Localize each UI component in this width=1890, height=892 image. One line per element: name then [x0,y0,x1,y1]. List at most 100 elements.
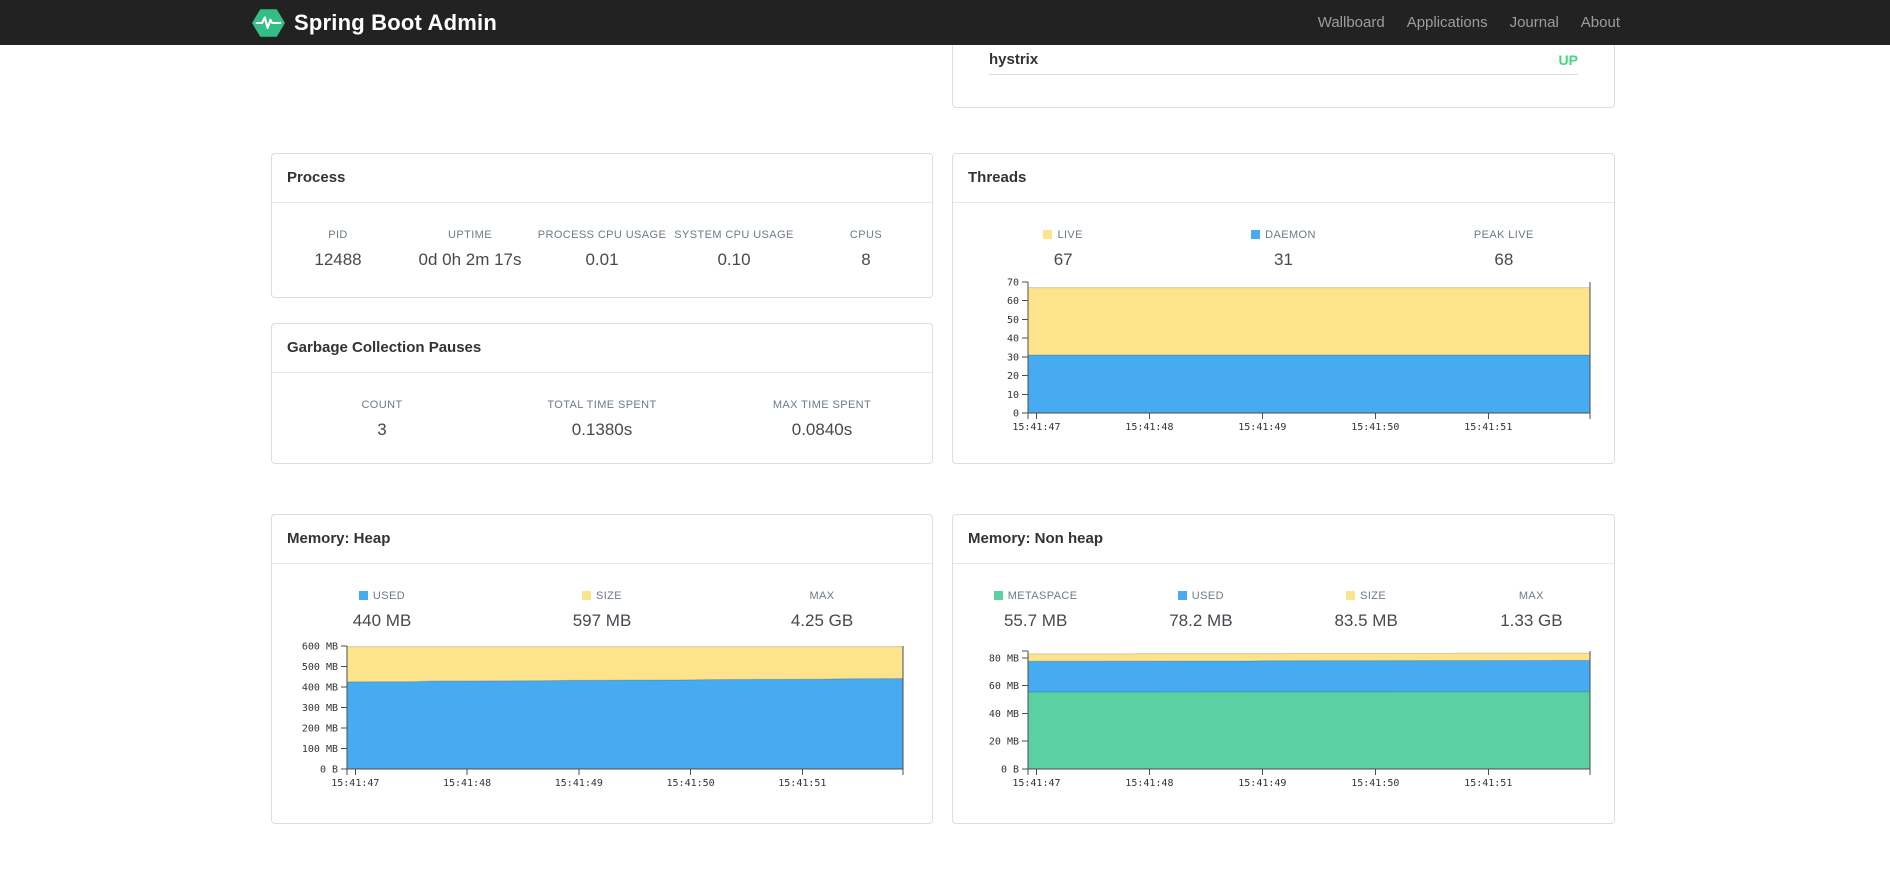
svg-text:500 MB: 500 MB [302,662,338,673]
stat-value: 440 MB [352,611,412,630]
legend-swatch-icon [1346,591,1356,600]
stat-label: COUNT [361,399,403,411]
stat-value: 78.2 MB [1169,611,1233,630]
svg-text:20: 20 [1007,371,1019,382]
used-area [347,678,903,769]
svg-text:50: 50 [1007,315,1019,326]
legend-swatch-icon [1043,230,1053,239]
svg-text:15:41:47: 15:41:47 [1012,778,1060,789]
stat-cpus: CPUS 8 [800,229,932,270]
svg-text:15:41:51: 15:41:51 [1464,422,1512,433]
nav-item-wallboard[interactable]: Wallboard [1307,14,1396,31]
svg-text:40 MB: 40 MB [989,709,1019,720]
stat-label: LIVE [953,229,1173,241]
svg-text:15:41:49: 15:41:49 [555,778,603,789]
nav-item-about[interactable]: About [1570,14,1631,31]
heap-stats: USED 440 MB SIZE 597 MB MAX 4.25 GB [272,590,932,631]
memory-nonheap-panel: Memory: Non heap METASPACE 55.7 MB USED 78.… [952,514,1615,824]
metaspace-area [1028,691,1590,769]
svg-text:600 MB: 600 MB [302,642,338,653]
stat-label: SIZE [492,590,712,602]
stat-peak-live: PEAK LIVE 68 [1394,229,1614,270]
stat-label: PEAK LIVE [1473,229,1534,241]
gc-stats: COUNT 3 TOTAL TIME SPENT 0.1380s MAX TIME SP… [272,399,932,440]
gc-pauses-panel: Garbage Collection Pauses COUNT 3 TOTAL TI… [271,323,933,464]
svg-text:0 B: 0 B [1001,765,1019,776]
svg-text:15:41:50: 15:41:50 [667,778,715,789]
stat-label: SIZE [1284,590,1449,602]
memory-nonheap-chart: 0 B 20 MB 40 MB 60 MB 80 MB 15:41:47 15:41:48 1… [989,650,1591,789]
legend-swatch-icon [358,591,368,600]
svg-text:15:41:47: 15:41:47 [331,778,379,789]
process-panel: Process PID 12488 UPTIME 0d 0h 2m 17s PROCES… [271,153,933,298]
status-badge: UP [1558,51,1578,68]
stat-label: USED [1118,590,1283,602]
process-panel-title: Process [272,154,932,203]
stat-size: SIZE 597 MB [492,590,712,631]
svg-text:15:41:48: 15:41:48 [1125,778,1173,789]
stat-label: PID [328,229,348,241]
stat-label: PROCESS CPU USAGE [537,229,667,241]
stat-size: SIZE 83.5 MB [1284,590,1449,631]
application-name: hystrix [989,51,1039,68]
stat-value: 8 [861,250,871,269]
svg-text:60: 60 [1007,296,1019,307]
stat-live: LIVE 67 [953,229,1173,270]
page: Spring Boot Admin Wallboard Applications J… [0,0,1890,892]
stat-value: 4.25 GB [790,611,854,630]
stat-value: 0.10 [717,250,751,269]
legend-swatch-icon [993,591,1003,600]
svg-text:15:41:48: 15:41:48 [443,778,491,789]
svg-text:10: 10 [1007,390,1019,401]
svg-text:20 MB: 20 MB [989,737,1019,748]
stat-value: 3 [377,420,387,439]
stat-label: SYSTEM CPU USAGE [674,229,794,241]
stat-used: USED 78.2 MB [1118,590,1283,631]
stat-label: MAX [1518,590,1544,602]
stat-label: MAX [809,590,835,602]
nav-item-applications[interactable]: Applications [1396,14,1499,31]
stat-value: 12488 [314,250,362,269]
svg-text:60 MB: 60 MB [989,681,1019,692]
stat-value: 1.33 GB [1500,611,1563,630]
stat-value: 0.01 [585,250,619,269]
stat-value: 0d 0h 2m 17s [418,250,522,269]
svg-text:30: 30 [1007,352,1019,363]
nonheap-stats: METASPACE 55.7 MB USED 78.2 MB SIZE 83.5 MB MA… [953,590,1614,631]
brand[interactable]: Spring Boot Admin [252,0,497,45]
svg-text:0: 0 [1013,409,1019,420]
stat-system-cpu-usage: SYSTEM CPU USAGE 0.10 [668,229,800,270]
threads-panel: Threads LIVE 67 DAEMON 31 PEAK LIVE 68 0 10 20 3… [952,153,1615,464]
stat-label: USED [272,590,492,602]
svg-text:100 MB: 100 MB [302,744,338,755]
stat-pid: PID 12488 [272,229,404,270]
svg-text:15:41:51: 15:41:51 [1464,778,1512,789]
brand-title: Spring Boot Admin [294,9,498,35]
legend-swatch-icon [1177,591,1187,600]
svg-text:0 B: 0 B [320,765,338,776]
stat-value: 68 [1494,250,1514,269]
stat-label: METASPACE [953,590,1118,602]
stat-value: 31 [1274,250,1293,269]
threads-chart: 0 10 20 30 40 50 60 70 15:41:47 15:41:48 15:41:49 1… [1007,278,1591,433]
legend-swatch-icon [581,591,591,600]
stat-max: MAX 1.33 GB [1449,590,1614,631]
svg-text:15:41:50: 15:41:50 [1351,778,1399,789]
legend-swatch-icon [1251,230,1261,239]
gc-pauses-panel-title: Garbage Collection Pauses [272,324,932,373]
nav-item-journal[interactable]: Journal [1499,14,1570,31]
stat-count: COUNT 3 [272,399,492,440]
stat-value: 83.5 MB [1334,611,1398,630]
stat-used: USED 440 MB [272,590,492,631]
stat-process-cpu-usage: PROCESS CPU USAGE 0.01 [536,229,668,270]
stat-value: 597 MB [572,611,632,630]
stat-uptime: UPTIME 0d 0h 2m 17s [404,229,536,270]
stat-max: MAX 4.25 GB [712,590,932,631]
stat-metaspace: METASPACE 55.7 MB [953,590,1118,631]
stat-daemon: DAEMON 31 [1173,229,1393,270]
stat-label: UPTIME [448,229,492,241]
stat-max-time-spent: MAX TIME SPENT 0.0840s [712,399,932,440]
svg-text:200 MB: 200 MB [302,724,338,735]
svg-text:15:41:47: 15:41:47 [1012,422,1060,433]
svg-text:300 MB: 300 MB [302,703,338,714]
